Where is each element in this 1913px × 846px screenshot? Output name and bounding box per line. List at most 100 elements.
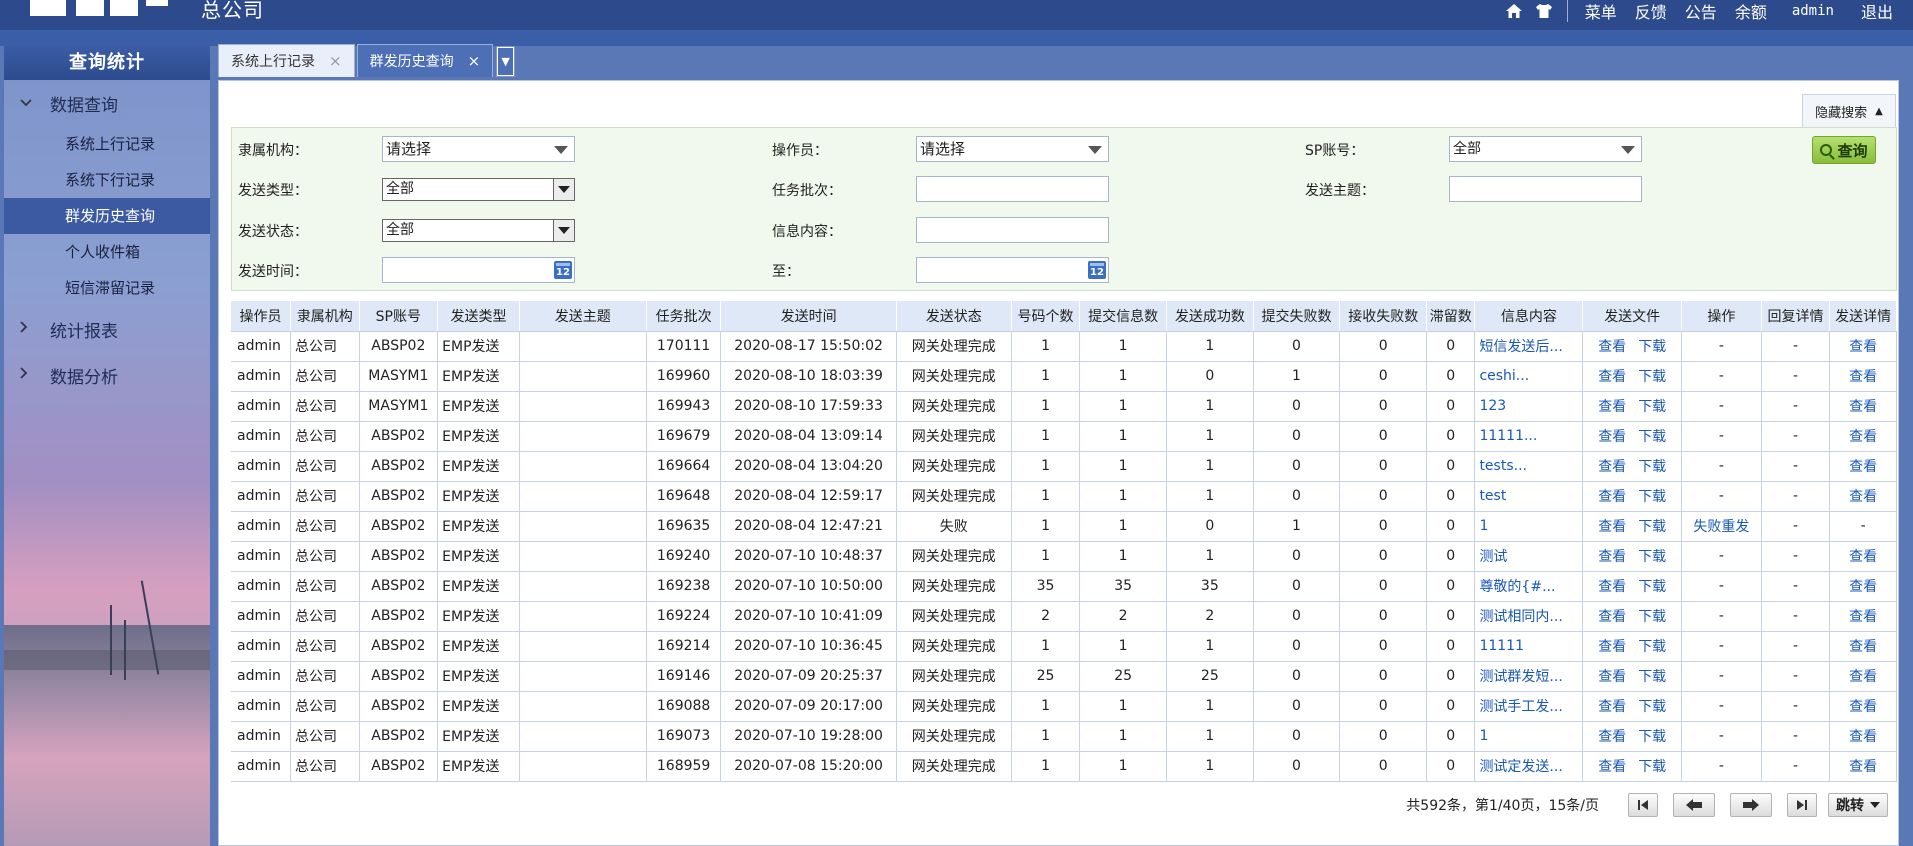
close-icon[interactable]: ×	[468, 52, 481, 70]
send-type-select[interactable]: 全部	[382, 178, 575, 201]
view-file-link[interactable]: 查看	[1598, 699, 1626, 715]
sidebar-item-retained[interactable]: 短信滞留记录	[4, 270, 210, 306]
send-detail-link[interactable]: 查看	[1829, 751, 1897, 782]
send-detail-link[interactable]: 查看	[1829, 631, 1897, 662]
view-file-link[interactable]: 查看	[1598, 339, 1626, 355]
download-file-link[interactable]: 下载	[1638, 399, 1666, 415]
cell-message-content-link[interactable]: tests...	[1474, 451, 1584, 482]
close-icon[interactable]: ×	[329, 52, 342, 70]
download-file-link[interactable]: 下载	[1638, 729, 1666, 745]
download-file-link[interactable]: 下载	[1638, 369, 1666, 385]
feedback-link[interactable]: 反馈	[1635, 0, 1667, 23]
sidebar-group-reports[interactable]: 统计报表	[4, 306, 210, 352]
view-file-link[interactable]: 查看	[1598, 489, 1626, 505]
download-file-link[interactable]: 下载	[1638, 459, 1666, 475]
send-detail-link[interactable]: 查看	[1829, 331, 1897, 362]
view-file-link[interactable]: 查看	[1598, 579, 1626, 595]
cell-message-content-link[interactable]: 尊敬的{#...	[1474, 571, 1584, 602]
subject-input[interactable]	[1449, 176, 1642, 202]
user-name[interactable]: admin	[1792, 3, 1834, 19]
send-detail-link[interactable]: 查看	[1829, 571, 1897, 602]
next-page-icon[interactable]	[1730, 793, 1772, 817]
notice-link[interactable]: 公告	[1685, 0, 1717, 23]
tab-batch-history[interactable]: 群发历史查询 ×	[356, 44, 494, 77]
view-file-link[interactable]: 查看	[1598, 459, 1626, 475]
download-file-link[interactable]: 下载	[1638, 579, 1666, 595]
menu-link[interactable]: 菜单	[1585, 0, 1617, 23]
sidebar-item-downlink[interactable]: 系统下行记录	[4, 162, 210, 198]
download-file-link[interactable]: 下载	[1638, 549, 1666, 565]
download-file-link[interactable]: 下载	[1638, 429, 1666, 445]
cell-message-content-link[interactable]: 11111...	[1474, 421, 1584, 452]
send-detail-link[interactable]: 查看	[1829, 601, 1897, 632]
download-file-link[interactable]: 下载	[1638, 609, 1666, 625]
sidebar-item-uplink[interactable]: 系统上行记录	[4, 126, 210, 162]
send-detail-link[interactable]: 查看	[1829, 451, 1897, 482]
view-file-link[interactable]: 查看	[1598, 729, 1626, 745]
view-file-link[interactable]: 查看	[1598, 429, 1626, 445]
send-detail-link[interactable]: 查看	[1829, 361, 1897, 392]
send-detail-link[interactable]: 查看	[1829, 661, 1897, 692]
jump-button[interactable]: 跳转	[1828, 793, 1888, 817]
cell-message-content-link[interactable]: 1	[1474, 721, 1584, 752]
calendar-icon[interactable]: 12	[554, 261, 572, 279]
content-input[interactable]	[916, 217, 1109, 243]
view-file-link[interactable]: 查看	[1598, 669, 1626, 685]
download-file-link[interactable]: 下载	[1638, 759, 1666, 775]
operator-select[interactable]: 请选择	[916, 136, 1109, 162]
first-page-icon[interactable]	[1628, 793, 1658, 817]
send-time-start-input[interactable]: 12	[382, 257, 575, 283]
sidebar-group-data-query[interactable]: 数据查询	[4, 80, 210, 126]
resend-failed-link[interactable]: 失败重发	[1681, 511, 1762, 542]
download-file-link[interactable]: 下载	[1638, 639, 1666, 655]
query-button[interactable]: 查询	[1812, 136, 1876, 164]
send-detail-link[interactable]: 查看	[1829, 721, 1897, 752]
cell-message-content-link[interactable]: 测试定发送...	[1474, 751, 1584, 782]
cell-message-content-link[interactable]: test	[1474, 481, 1584, 512]
home-icon[interactable]	[1499, 1, 1529, 21]
send-detail-link[interactable]: 查看	[1829, 541, 1897, 572]
view-file-link[interactable]: 查看	[1598, 759, 1626, 775]
sidebar-group-analysis[interactable]: 数据分析	[4, 352, 210, 398]
task-batch-input[interactable]	[916, 176, 1109, 202]
balance-link[interactable]: 余额	[1735, 0, 1767, 23]
download-file-link[interactable]: 下载	[1638, 699, 1666, 715]
download-file-link[interactable]: 下载	[1638, 669, 1666, 685]
status-select[interactable]: 全部	[382, 219, 575, 242]
view-file-link[interactable]: 查看	[1598, 519, 1626, 535]
cell-message-content-link[interactable]: ceshi...	[1474, 361, 1584, 392]
send-detail-link[interactable]: 查看	[1829, 421, 1897, 452]
view-file-link[interactable]: 查看	[1598, 399, 1626, 415]
send-time-end-input[interactable]: 12	[916, 257, 1109, 283]
download-file-link[interactable]: 下载	[1638, 339, 1666, 355]
send-detail-link[interactable]: 查看	[1829, 481, 1897, 512]
tab-menu-button[interactable]: ▼	[496, 46, 516, 77]
prev-page-icon[interactable]	[1673, 793, 1715, 817]
logout-link[interactable]: 退出	[1861, 0, 1893, 23]
download-file-link[interactable]: 下载	[1638, 489, 1666, 505]
shirt-icon[interactable]	[1529, 1, 1559, 21]
sp-account-select[interactable]: 全部	[1449, 136, 1642, 162]
send-detail-link[interactable]: 查看	[1829, 691, 1897, 722]
sidebar-item-inbox[interactable]: 个人收件箱	[4, 234, 210, 270]
cell-message-content-link[interactable]: 测试群发短...	[1474, 661, 1584, 692]
view-file-link[interactable]: 查看	[1598, 549, 1626, 565]
view-file-link[interactable]: 查看	[1598, 369, 1626, 385]
calendar-icon[interactable]: 12	[1088, 261, 1106, 279]
org-select[interactable]: 请选择	[382, 136, 575, 162]
view-file-link[interactable]: 查看	[1598, 639, 1626, 655]
last-page-icon[interactable]	[1787, 793, 1817, 817]
cell-message-content-link[interactable]: 123	[1474, 391, 1584, 422]
hide-search-toggle[interactable]: 隐藏搜索 ▲	[1802, 94, 1896, 127]
download-file-link[interactable]: 下载	[1638, 519, 1666, 535]
cell-message-content-link[interactable]: 短信发送后...	[1474, 331, 1584, 362]
sidebar-item-batch-history[interactable]: 群发历史查询	[4, 198, 210, 234]
cell-message-content-link[interactable]: 测试手工发...	[1474, 691, 1584, 722]
tab-uplink-records[interactable]: 系统上行记录 ×	[218, 44, 355, 77]
cell-message-content-link[interactable]: 测试相同内...	[1474, 601, 1584, 632]
cell-message-content-link[interactable]: 11111	[1474, 631, 1584, 662]
send-detail-link[interactable]: 查看	[1829, 391, 1897, 422]
cell-message-content-link[interactable]: 1	[1474, 511, 1584, 542]
cell-message-content-link[interactable]: 测试	[1474, 541, 1584, 572]
view-file-link[interactable]: 查看	[1598, 609, 1626, 625]
